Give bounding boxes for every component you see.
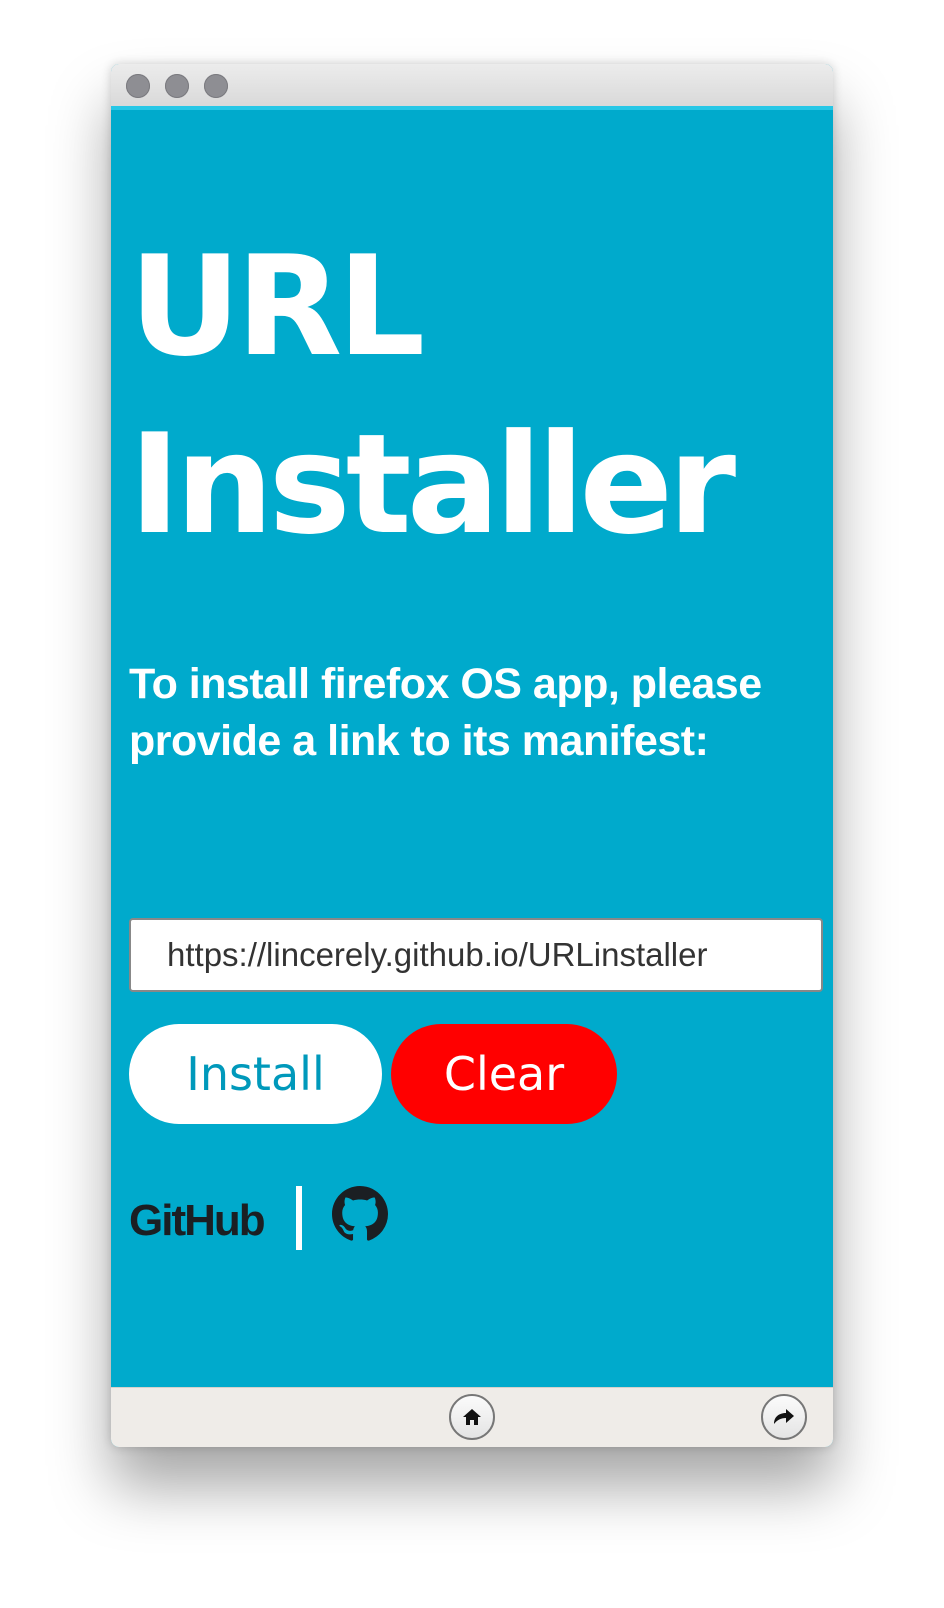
window-titlebar [111, 64, 833, 110]
home-icon [463, 1409, 481, 1425]
github-wordmark-link[interactable]: GitHub [129, 1196, 266, 1246]
zoom-window-button[interactable] [204, 74, 228, 98]
github-octocat-icon[interactable] [332, 1186, 388, 1242]
simulator-bottom-bar [111, 1387, 833, 1447]
title-line-1: URL [129, 226, 425, 387]
footer-divider [296, 1186, 302, 1250]
rotate-icon [774, 1409, 794, 1424]
minimize-window-button[interactable] [165, 74, 189, 98]
app-content: URL Installer To install firefox OS app, … [111, 110, 833, 1387]
manifest-url-input[interactable] [129, 918, 823, 992]
home-button[interactable] [449, 1394, 495, 1440]
install-button[interactable]: Install [129, 1024, 382, 1124]
clear-button[interactable]: Clear [391, 1024, 617, 1124]
close-window-button[interactable] [126, 74, 150, 98]
app-window: URL Installer To install firefox OS app, … [111, 64, 833, 1447]
install-prompt: To install firefox OS app, please provid… [129, 660, 762, 765]
rotate-button[interactable] [761, 1394, 807, 1440]
page-title: URL Installer [129, 218, 736, 574]
title-line-2: Installer [129, 404, 736, 565]
